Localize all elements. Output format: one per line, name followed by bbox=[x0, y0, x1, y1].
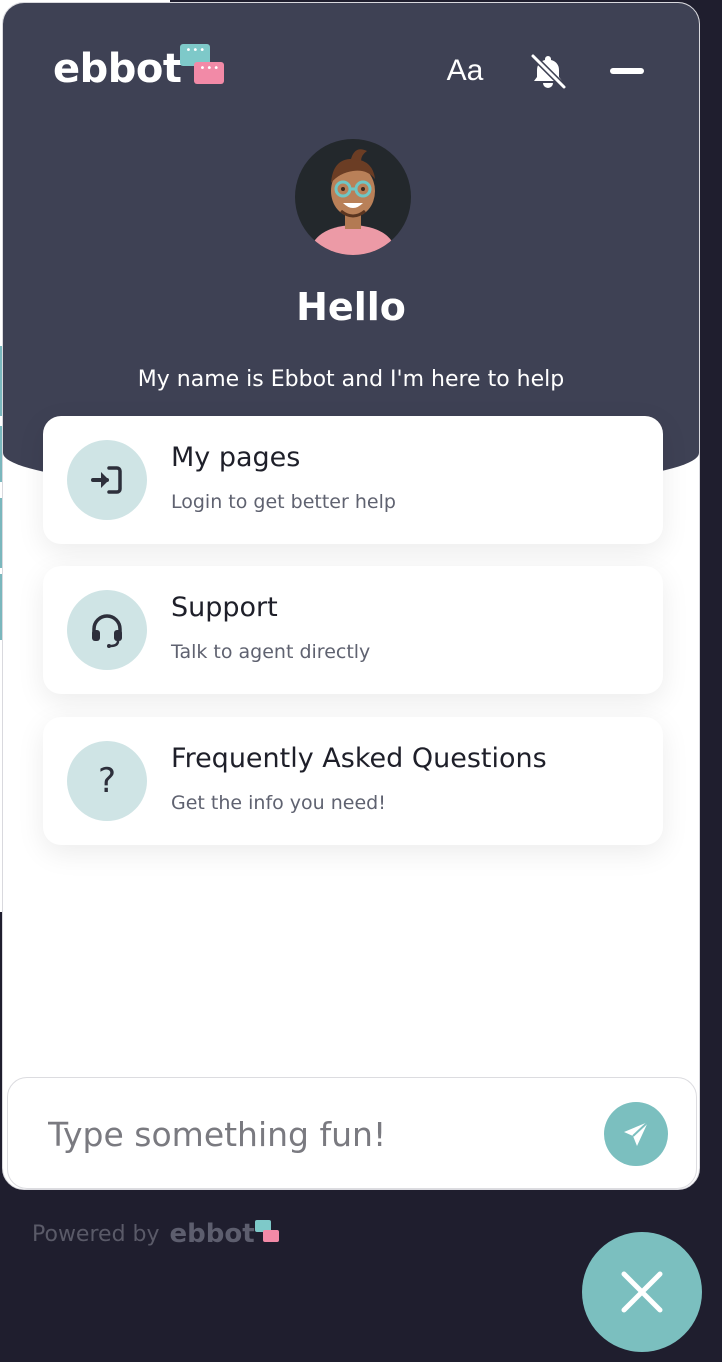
minimize-button[interactable] bbox=[605, 47, 649, 95]
support-card[interactable]: Support Talk to agent directly bbox=[43, 566, 663, 694]
powered-by-logo[interactable]: ebbot bbox=[170, 1219, 255, 1249]
login-icon bbox=[67, 440, 147, 520]
ebbot-logo: ebbot bbox=[53, 41, 226, 97]
font-size-button[interactable]: Aa bbox=[435, 47, 495, 95]
powered-by-text: Powered by bbox=[32, 1221, 160, 1247]
bot-avatar bbox=[295, 139, 411, 255]
greeting-title: Hello bbox=[296, 285, 406, 329]
my-pages-card[interactable]: My pages Login to get better help bbox=[43, 416, 663, 544]
headset-icon bbox=[67, 590, 147, 670]
close-icon bbox=[621, 1271, 663, 1313]
greeting-subtitle: My name is Ebbot and I'm here to help bbox=[137, 367, 565, 392]
chat-widget: ebbot Aa bbox=[2, 2, 700, 1190]
bell-off-icon bbox=[530, 53, 567, 90]
question-glyph: ? bbox=[97, 761, 117, 801]
card-subtitle: Talk to agent directly bbox=[171, 641, 371, 663]
chat-bubbles-icon bbox=[253, 1220, 281, 1248]
powered-by: Powered by ebbot bbox=[32, 1214, 281, 1254]
minimize-icon bbox=[610, 68, 644, 74]
message-input[interactable] bbox=[46, 1104, 570, 1164]
card-title: Support bbox=[171, 592, 278, 623]
chat-bubbles-icon bbox=[176, 44, 226, 94]
send-icon bbox=[624, 1121, 649, 1146]
question-icon: ? bbox=[67, 741, 147, 821]
card-subtitle: Login to get better help bbox=[171, 491, 396, 513]
card-subtitle: Get the info you need! bbox=[171, 792, 386, 814]
faq-card[interactable]: ? Frequently Asked Questions Get the inf… bbox=[43, 717, 663, 845]
message-composer bbox=[7, 1077, 697, 1189]
logo-text: ebbot bbox=[53, 46, 182, 92]
card-title: Frequently Asked Questions bbox=[171, 743, 547, 774]
send-button[interactable] bbox=[604, 1102, 668, 1166]
mute-notifications-button[interactable] bbox=[523, 47, 573, 95]
close-chat-button[interactable] bbox=[582, 1232, 702, 1352]
card-title: My pages bbox=[171, 442, 301, 473]
